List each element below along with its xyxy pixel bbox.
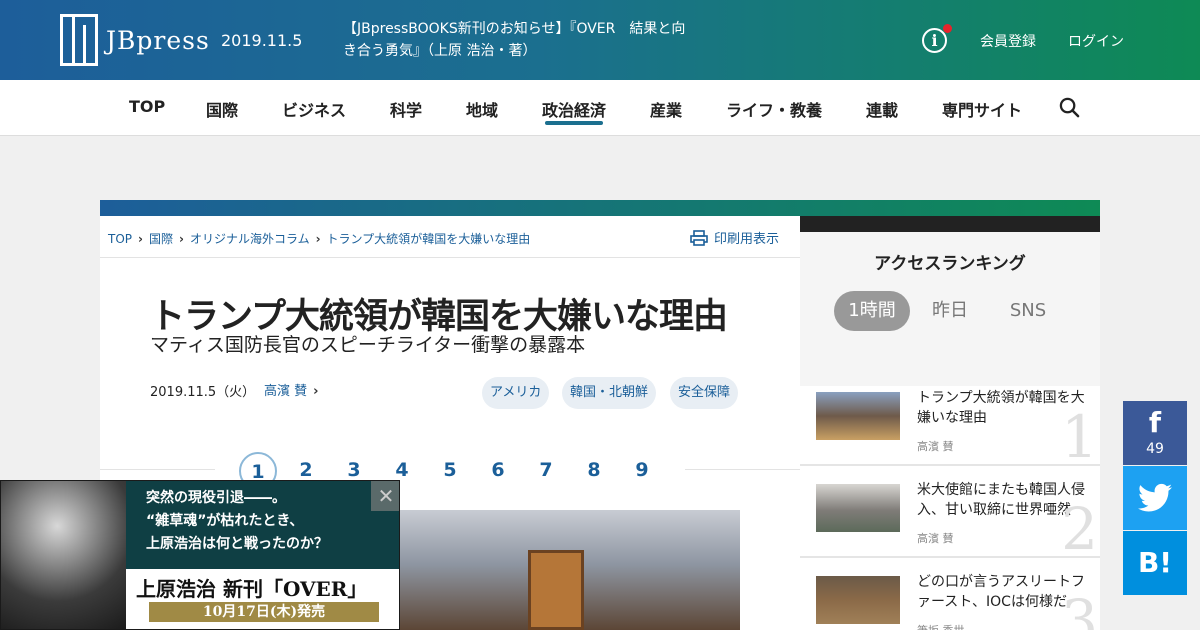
divider — [100, 257, 800, 258]
facebook-share-button[interactable]: f 49 — [1123, 401, 1187, 465]
chevron-right-icon: › — [313, 384, 319, 399]
nav-item-international[interactable]: 国際 — [206, 97, 238, 121]
ranking-title: アクセスランキング — [874, 254, 1026, 274]
hatena-icon: B! — [1137, 546, 1173, 579]
nav-item-special-sites[interactable]: 専門サイト — [942, 97, 1022, 121]
ad-line-2: “雑草魂”が枯れたとき、 — [146, 513, 304, 529]
ranking-tab-hour[interactable]: 1時間 — [834, 291, 910, 331]
ad-release-date: 10月17日(木)発売 — [149, 602, 379, 622]
site-logo[interactable]: JBpress — [60, 14, 210, 66]
ranking-item-author: 高濱 賛 — [917, 532, 954, 545]
page-8[interactable]: 8 — [575, 452, 613, 490]
author-name: 高濱 賛 — [264, 384, 308, 399]
ad-line-3: 上原浩治は何と戦ったのか？ — [146, 536, 328, 552]
ad-portrait — [1, 481, 126, 629]
book-ad-banner[interactable]: 突然の現役引退――。 “雑草魂”が枯れたとき、 上原浩治は何と戦ったのか？ 上原… — [0, 480, 400, 630]
tag-korea[interactable]: 韓国・北朝鮮 — [562, 377, 657, 409]
twitter-share-button[interactable] — [1123, 466, 1187, 530]
nav-item-region[interactable]: 地域 — [466, 97, 498, 121]
breadcrumb-sep: › — [315, 232, 321, 246]
facebook-icon: f — [1148, 406, 1162, 439]
breadcrumb: TOP › 国際 › オリジナル海外コラム › トランプ大統領が韓国を大嫌いな理由 — [108, 230, 530, 247]
ranking-item-author: 高濱 賛 — [917, 440, 954, 453]
hatena-bookmark-button[interactable]: B! — [1123, 531, 1187, 595]
nav-item-industry[interactable]: 産業 — [650, 97, 682, 121]
article-photo — [400, 510, 740, 630]
global-nav: TOP 国際 ビジネス 科学 地域 政治経済 産業 ライフ・教養 連載 専門サイ… — [0, 80, 1200, 136]
sidebar-top-bar — [800, 216, 1100, 232]
tag-america[interactable]: アメリカ — [482, 377, 550, 409]
ranking-item-author: 筆坂 秀世 — [917, 622, 965, 630]
ranking-number: 3 — [1061, 587, 1098, 630]
author-link[interactable]: 高濱 賛 › — [264, 380, 319, 399]
article-top-bar — [100, 200, 1100, 216]
twitter-icon — [1138, 483, 1172, 512]
ranking-tab-yesterday[interactable]: 昨日 — [920, 291, 980, 331]
printer-icon — [690, 229, 708, 246]
header-date: 2019.11.5 — [221, 31, 303, 50]
nav-item-business[interactable]: ビジネス — [282, 97, 346, 121]
breadcrumb-sep: › — [178, 232, 184, 246]
register-link[interactable]: 会員登録 — [980, 31, 1036, 51]
ranking-thumbnail — [816, 484, 900, 532]
breadcrumb-sep: › — [138, 232, 143, 246]
ad-line-1: 突然の現役引退――。 — [146, 490, 286, 506]
tag-security[interactable]: 安全保障 — [670, 377, 739, 409]
ranking-tab-sns[interactable]: SNS — [996, 291, 1060, 331]
search-icon[interactable] — [1059, 97, 1080, 118]
news-announcement[interactable]: 【JBpressBOOKS新刊のお知らせ】『OVER 結果と向 き合う勇気』（上… — [343, 18, 703, 62]
logo-icon — [60, 14, 98, 66]
page-7[interactable]: 7 — [527, 452, 565, 490]
close-icon[interactable]: ✕ — [371, 481, 399, 511]
info-glyph: i — [931, 31, 938, 50]
nav-active-indicator — [545, 121, 603, 125]
login-link[interactable]: ログイン — [1068, 31, 1124, 51]
news-line-2: き合う勇気』（上原 浩治・著） — [343, 43, 537, 59]
sidebar: アクセスランキング 1時間 昨日 SNS トランプ大統領が韓国を大嫌いな理由 高… — [800, 216, 1100, 630]
ad-book-title: 上原浩治 新刊「OVER」 — [136, 577, 368, 601]
print-button[interactable]: 印刷用表示 — [690, 228, 779, 247]
page-6[interactable]: 6 — [479, 452, 517, 490]
ad-copy: 突然の現役引退――。 “雑草魂”が枯れたとき、 上原浩治は何と戦ったのか？ — [146, 487, 328, 556]
breadcrumb-column[interactable]: オリジナル海外コラム — [190, 232, 310, 246]
ranking-thumbnail — [816, 392, 900, 440]
ad-book-panel: 上原浩治 新刊「OVER」 10月17日(木)発売 — [126, 569, 399, 629]
nav-item-life[interactable]: ライフ・教養 — [726, 97, 822, 121]
breadcrumb-top[interactable]: TOP — [108, 232, 132, 246]
print-label: 印刷用表示 — [714, 232, 780, 247]
ranking-number: 2 — [1061, 495, 1098, 563]
news-line-1: 【JBpressBOOKS新刊のお知らせ】『OVER 結果と向 — [343, 21, 686, 37]
article-date: 2019.11.5（火） — [150, 385, 256, 400]
ranking-item[interactable]: どの口が言うアスリートファースト、IOCは何様だ 筆坂 秀世 3 — [800, 558, 1100, 630]
page-9[interactable]: 9 — [623, 452, 661, 490]
ranking-item[interactable]: 米大使館にまたも韓国人侵入、甘い取締に世界唖然 高濱 賛 2 — [800, 466, 1100, 558]
nav-item-politics-economy[interactable]: 政治経済 — [542, 97, 606, 121]
ranking-item[interactable]: トランプ大統領が韓国を大嫌いな理由 高濱 賛 1 — [800, 374, 1100, 466]
nav-item-series[interactable]: 連載 — [866, 97, 898, 121]
article-subtitle: マティス国防長官のスピーチライター衝撃の暴露本 — [150, 334, 586, 356]
logo-text: JBpress — [106, 25, 210, 55]
breadcrumb-international[interactable]: 国際 — [149, 232, 173, 246]
ranking-thumbnail — [816, 576, 900, 624]
site-header: JBpress 2019.11.5 【JBpressBOOKS新刊のお知らせ】『… — [0, 0, 1200, 80]
notification-dot — [943, 24, 952, 33]
page-5[interactable]: 5 — [431, 452, 469, 490]
ranking-number: 1 — [1061, 403, 1098, 471]
nav-item-top[interactable]: TOP — [129, 97, 165, 116]
nav-item-science[interactable]: 科学 — [390, 97, 422, 121]
facebook-count: 49 — [1146, 441, 1164, 457]
photo-door — [528, 550, 584, 630]
breadcrumb-current[interactable]: トランプ大統領が韓国を大嫌いな理由 — [327, 232, 531, 246]
info-icon[interactable]: i — [922, 24, 952, 53]
